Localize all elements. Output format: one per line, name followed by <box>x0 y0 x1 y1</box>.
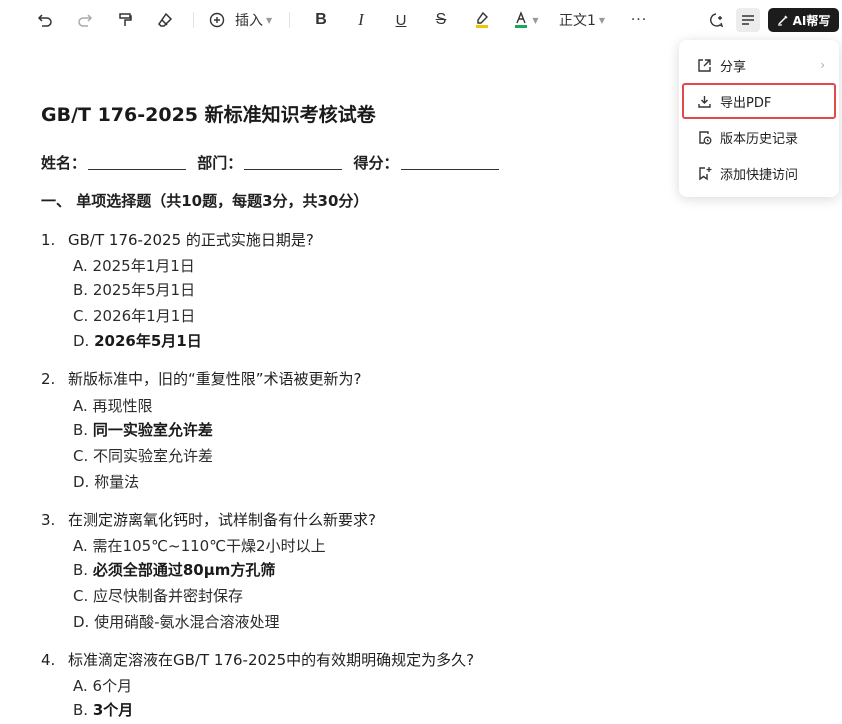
dept-label: 部门： <box>197 154 243 172</box>
menu-item-export-pdf[interactable]: 导出PDF <box>682 83 836 119</box>
option: A. 2025年1月1日 <box>73 257 195 275</box>
ai-write-button[interactable]: AI帮写 <box>768 8 839 32</box>
highlight-icon[interactable] <box>471 8 493 32</box>
answer-option: D. 2026年5月1日 <box>73 332 202 350</box>
plus-circle-icon <box>209 12 225 28</box>
download-icon <box>696 93 712 109</box>
option: A. 6个月 <box>73 677 133 695</box>
pen-icon <box>777 15 788 26</box>
bold-icon[interactable]: B <box>311 8 331 32</box>
strikethrough-icon[interactable]: S <box>431 8 451 32</box>
redo-icon[interactable] <box>74 8 96 32</box>
name-label: 姓名： <box>41 154 87 172</box>
history-icon <box>696 129 712 145</box>
underline-icon[interactable]: U <box>391 8 411 32</box>
option: D. 使用硝酸-氨水混合溶液处理 <box>73 613 280 631</box>
menu-item-version-history[interactable]: 版本历史记录 <box>679 120 839 154</box>
page-title: GB/T 176-2025 新标准知识考核试卷 <box>41 104 376 126</box>
share-icon <box>696 57 712 73</box>
menu-item-label: 版本历史记录 <box>720 131 799 147</box>
format-painter-icon[interactable] <box>114 8 136 32</box>
more-icon[interactable]: ··· <box>628 8 650 32</box>
more-menu: 分享 › 导出PDF 版本历史记录 添加快捷访问 <box>679 40 839 197</box>
chevron-right-icon: › <box>820 58 825 72</box>
eraser-icon[interactable] <box>154 8 176 32</box>
ai-write-label: AI帮写 <box>792 13 831 28</box>
option: C. 应尽快制备并密封保存 <box>73 587 244 605</box>
divider <box>289 12 290 28</box>
paragraph-style-label: 正文1 <box>559 13 596 29</box>
menu-item-label: 添加快捷访问 <box>720 167 799 183</box>
section-heading: 一、 单项选择题（共10题，每题3分，共30分） <box>41 192 369 210</box>
chevron-down-icon: ▼ <box>266 15 273 25</box>
insert-button[interactable]: 插入 ▼ <box>209 8 273 32</box>
undo-icon[interactable] <box>34 8 56 32</box>
option: C. 2026年1月1日 <box>73 307 196 325</box>
toolbar: 插入 ▼ B I U S ▼ 正文1 ▼ ··· AI帮写 <box>0 0 842 40</box>
option: C. 不同实验室允许差 <box>73 447 214 465</box>
bookmark-add-icon <box>696 165 712 181</box>
dept-blank <box>244 156 343 170</box>
italic-icon[interactable]: I <box>351 8 371 32</box>
question-1: 1. GB/T 176-2025 的正式实施日期是? <box>41 231 314 249</box>
font-color-button[interactable]: ▼ <box>510 8 542 32</box>
answer-option: B. 3个月 <box>73 701 134 719</box>
chevron-down-icon: ▼ <box>598 15 606 25</box>
menu-icon[interactable] <box>736 8 760 32</box>
info-line: 姓名： 部门： 得分： <box>41 152 505 173</box>
option: A. 再现性限 <box>73 397 153 415</box>
comment-add-icon[interactable] <box>705 8 727 32</box>
question-2: 2. 新版标准中，旧的“重复性限”术语被更新为? <box>41 370 362 388</box>
question-3: 3. 在测定游离氧化钙时，试样制备有什么新要求? <box>41 511 376 529</box>
question-4: 4. 标准滴定溶液在GB/T 176-2025中的有效期明确规定为多久? <box>41 651 475 669</box>
font-color-icon <box>515 11 528 28</box>
divider <box>193 12 194 28</box>
insert-label: 插入 <box>235 13 263 29</box>
menu-item-add-shortcut[interactable]: 添加快捷访问 <box>679 156 839 190</box>
option: A. 需在105℃~110℃干燥2小时以上 <box>73 537 326 555</box>
paragraph-style-select[interactable]: 正文1 ▼ <box>559 8 611 32</box>
option: D. 称量法 <box>73 473 140 491</box>
answer-option: B. 必须全部通过80μm方孔筛 <box>73 561 276 579</box>
option: B. 2025年5月1日 <box>73 281 196 299</box>
name-blank <box>88 156 187 170</box>
menu-item-label: 分享 <box>720 59 747 75</box>
chevron-down-icon: ▼ <box>532 15 539 25</box>
score-blank <box>400 156 499 170</box>
answer-option: B. 同一实验室允许差 <box>73 421 213 439</box>
score-label: 得分： <box>353 154 399 172</box>
menu-item-share[interactable]: 分享 › <box>679 48 839 82</box>
menu-item-label: 导出PDF <box>720 95 772 111</box>
